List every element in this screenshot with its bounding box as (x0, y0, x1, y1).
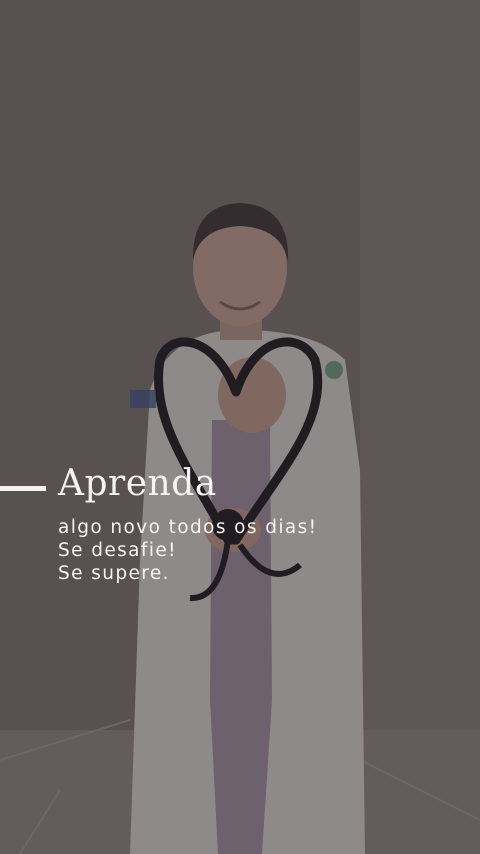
body-line: algo novo todos os dias! (58, 517, 318, 538)
story-canvas: Aprenda algo novo todos os dias! Se desa… (0, 0, 480, 854)
body-text: algo novo todos os dias! Se desafie! Se … (58, 516, 317, 585)
accent-line (0, 486, 46, 491)
headline: Aprenda (58, 463, 217, 504)
dark-overlay (0, 0, 480, 854)
body-line: Se desafie! (58, 540, 177, 561)
body-line: Se supere. (58, 563, 170, 584)
